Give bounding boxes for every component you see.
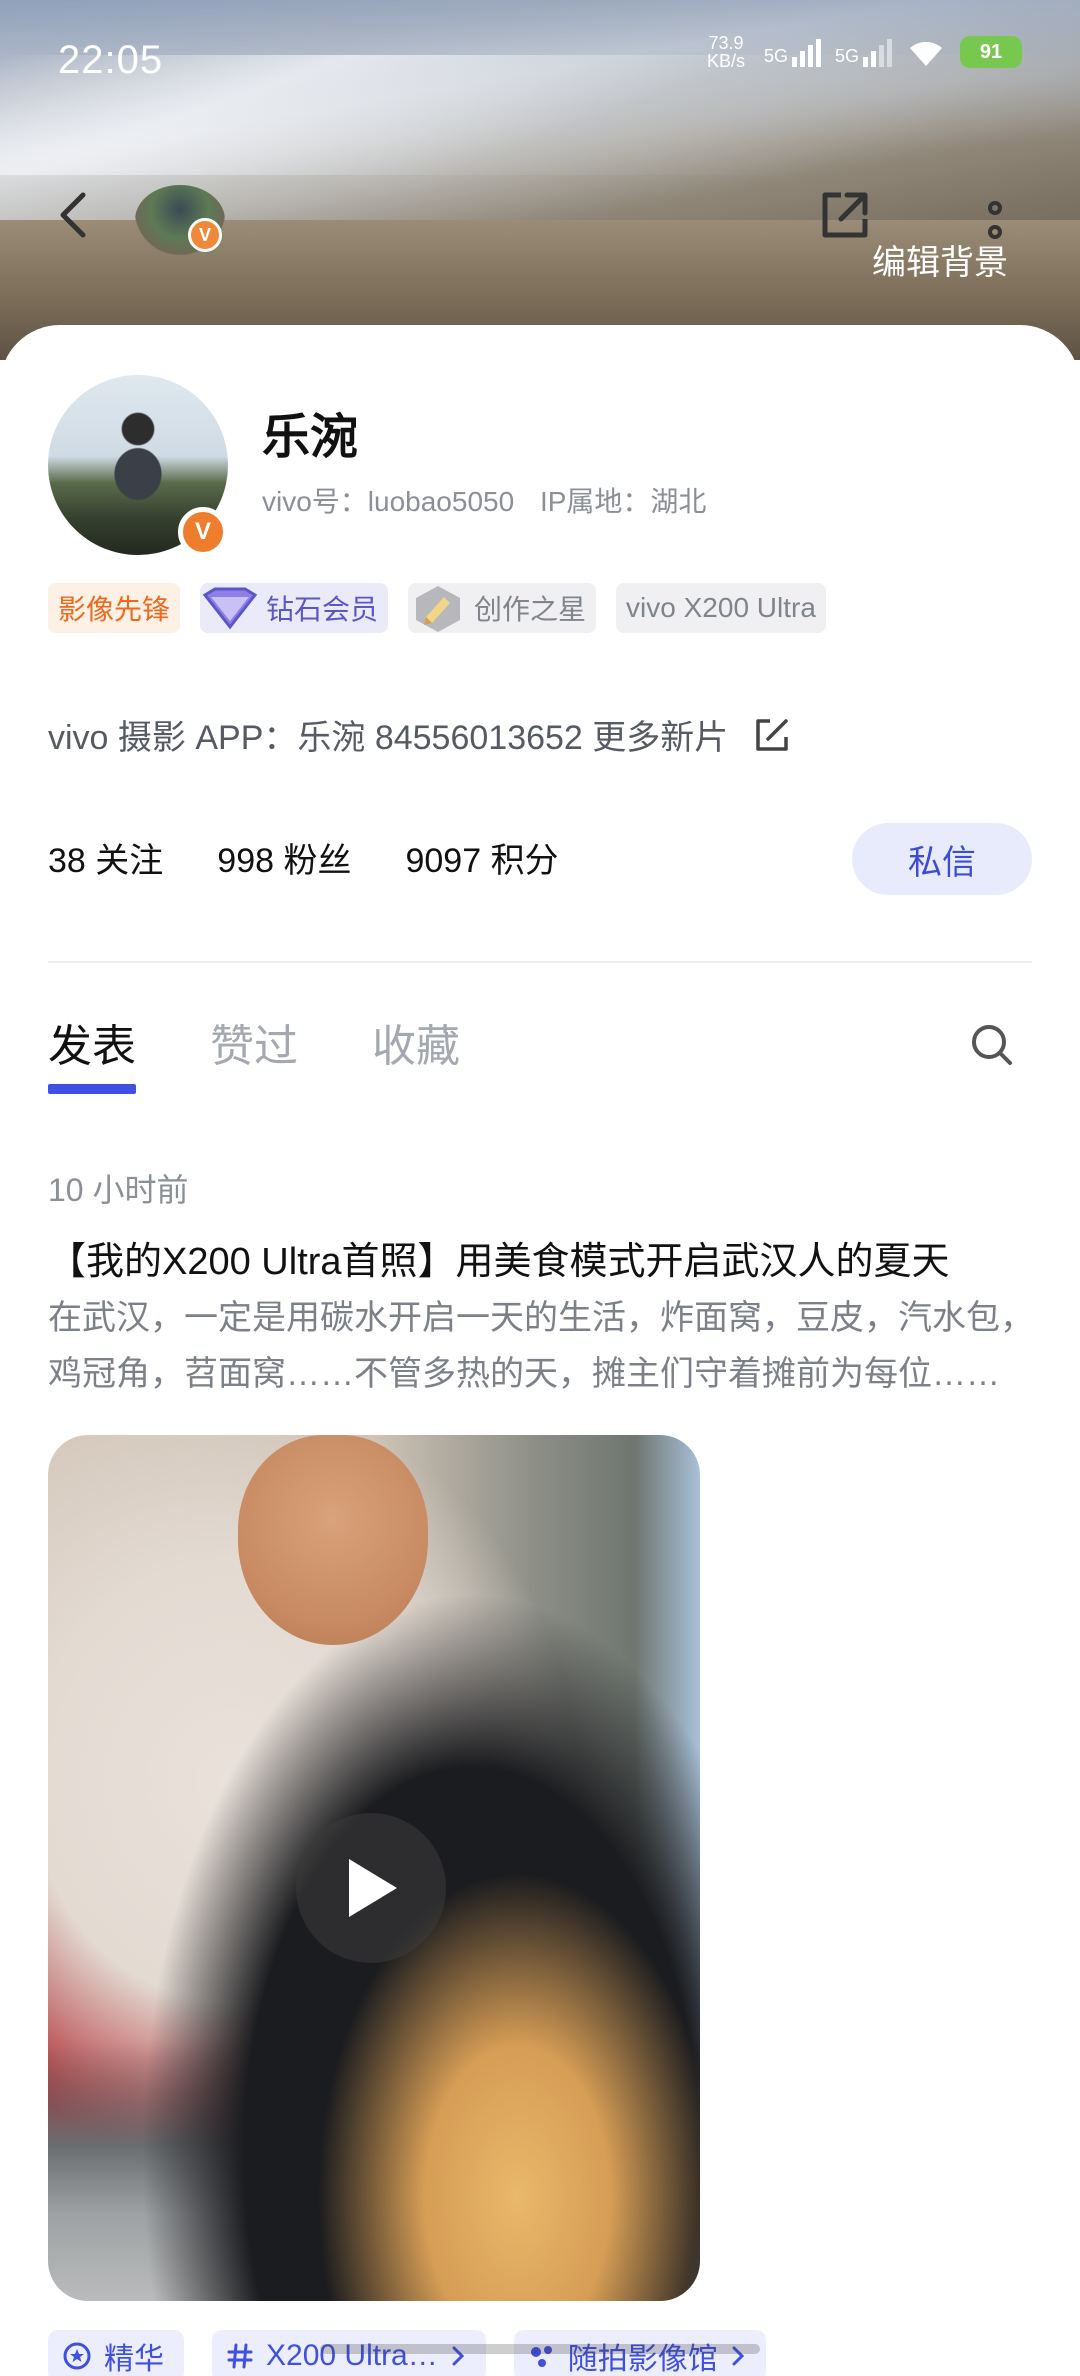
network-speed-value: 73.9 (708, 33, 744, 53)
top-navigation: V 编辑背景 (0, 160, 1080, 282)
header-verified-badge: V (188, 218, 222, 252)
star-badge-icon (63, 2342, 91, 2370)
profile-stats: 38 关注 998 粉丝 9097 积分 (48, 833, 559, 882)
wifi-icon (910, 41, 942, 66)
badge-device-model[interactable]: vivo X200 Ultra (616, 583, 826, 633)
badge-label: 影像先锋 (58, 594, 171, 625)
back-icon (60, 192, 86, 238)
username: 乐涴 (262, 411, 359, 464)
divider (48, 961, 1032, 963)
badge-label: 创作之星 (474, 594, 587, 625)
bio-text: vivo 摄影 APP：乐涴 84556013652 更多新片 (48, 719, 729, 757)
tab-liked[interactable]: 赞过 (210, 1010, 298, 1094)
diamond-icon (200, 583, 260, 633)
status-icons: 73.9 KB/s 5G 5G 91 (702, 34, 1022, 70)
stat-label: 关注 (95, 842, 164, 880)
battery-icon: 91 (960, 36, 1022, 68)
badge-diamond-member[interactable]: 钻石会员 (200, 583, 389, 633)
tab-posts[interactable]: 发表 (48, 1010, 136, 1094)
stat-label: 粉丝 (283, 842, 352, 880)
creator-star-icon (408, 583, 468, 633)
stat-following[interactable]: 38 关注 (48, 833, 163, 882)
signal-icon-2: 5G (835, 37, 892, 67)
badge-list: 影像先锋 钻石会员 创作之星 vivo X200 Ultra (48, 583, 826, 633)
stat-points[interactable]: 9097 积分 (405, 833, 558, 882)
signal-icon-1: 5G (764, 37, 821, 67)
post-timestamp: 10 小时前 (48, 1172, 189, 1208)
stat-value: 38 (48, 842, 86, 880)
stat-value: 998 (217, 842, 275, 880)
search-icon (972, 1025, 1012, 1065)
badge-label: vivo X200 Ultra (626, 592, 816, 623)
content-tabs: 发表 赞过 收藏 (48, 1010, 460, 1094)
badge-creator-star[interactable]: 创作之星 (408, 583, 597, 633)
play-icon (349, 1859, 397, 1917)
ip-location: IP属地：湖北 (539, 486, 707, 517)
badge-label: 钻石会员 (266, 594, 379, 625)
tab-favorites[interactable]: 收藏 (372, 1010, 460, 1094)
share-icon (822, 192, 868, 238)
battery-level: 91 (979, 40, 1003, 63)
post-excerpt[interactable]: 在武汉，一定是用碳水开启一天的生活，炸面窝，豆皮，汽水包，鸡冠角，苕面窝……不管… (48, 1290, 1038, 1402)
profile-card: V 乐涴 vivo号：luobao5050 IP属地：湖北 影像先锋 钻石会员 … (0, 325, 1080, 2376)
post-video-thumbnail[interactable] (48, 1435, 700, 2301)
more-icon (988, 201, 1002, 215)
verified-badge: V (178, 507, 228, 557)
profile-meta: vivo号：luobao5050 IP属地：湖北 (262, 480, 706, 520)
hashtag-icon (227, 2343, 253, 2369)
search-button[interactable] (962, 1015, 1022, 1075)
edit-background-button[interactable]: 编辑背景 (872, 235, 1008, 284)
status-time: 22:05 (58, 38, 164, 82)
back-button[interactable] (40, 180, 110, 250)
signal-2-label: 5G (834, 46, 859, 66)
network-speed: 73.9 KB/s (702, 34, 750, 70)
network-speed-unit: KB/s (706, 51, 745, 71)
edit-icon[interactable] (752, 715, 792, 755)
stat-value: 9097 (405, 842, 482, 880)
thumbnail-person (238, 1435, 428, 1645)
post-tag-label: 随拍影像馆 (567, 2343, 718, 2376)
stat-followers[interactable]: 998 粉丝 (217, 833, 351, 882)
status-bar: 22:05 73.9 KB/s 5G 5G 91 (0, 0, 1080, 110)
profile-bio[interactable]: vivo 摄影 APP：乐涴 84556013652 更多新片 (48, 710, 792, 759)
post-title[interactable]: 【我的X200 Ultra首照】用美食模式开启武汉人的夏天 (48, 1230, 1038, 1285)
signal-1-label: 5G (763, 46, 788, 66)
home-indicator[interactable] (320, 2344, 760, 2354)
post-tag-featured[interactable]: 精华 (48, 2330, 184, 2376)
share-button[interactable] (810, 180, 880, 250)
badge-imaging-pioneer[interactable]: 影像先锋 (48, 583, 181, 633)
play-button[interactable] (296, 1813, 446, 1963)
post-tag-label: 精华 (104, 2343, 164, 2376)
direct-message-button[interactable]: 私信 (852, 823, 1032, 895)
stat-label: 积分 (490, 842, 559, 880)
vivo-id: vivo号：luobao5050 (262, 486, 515, 517)
